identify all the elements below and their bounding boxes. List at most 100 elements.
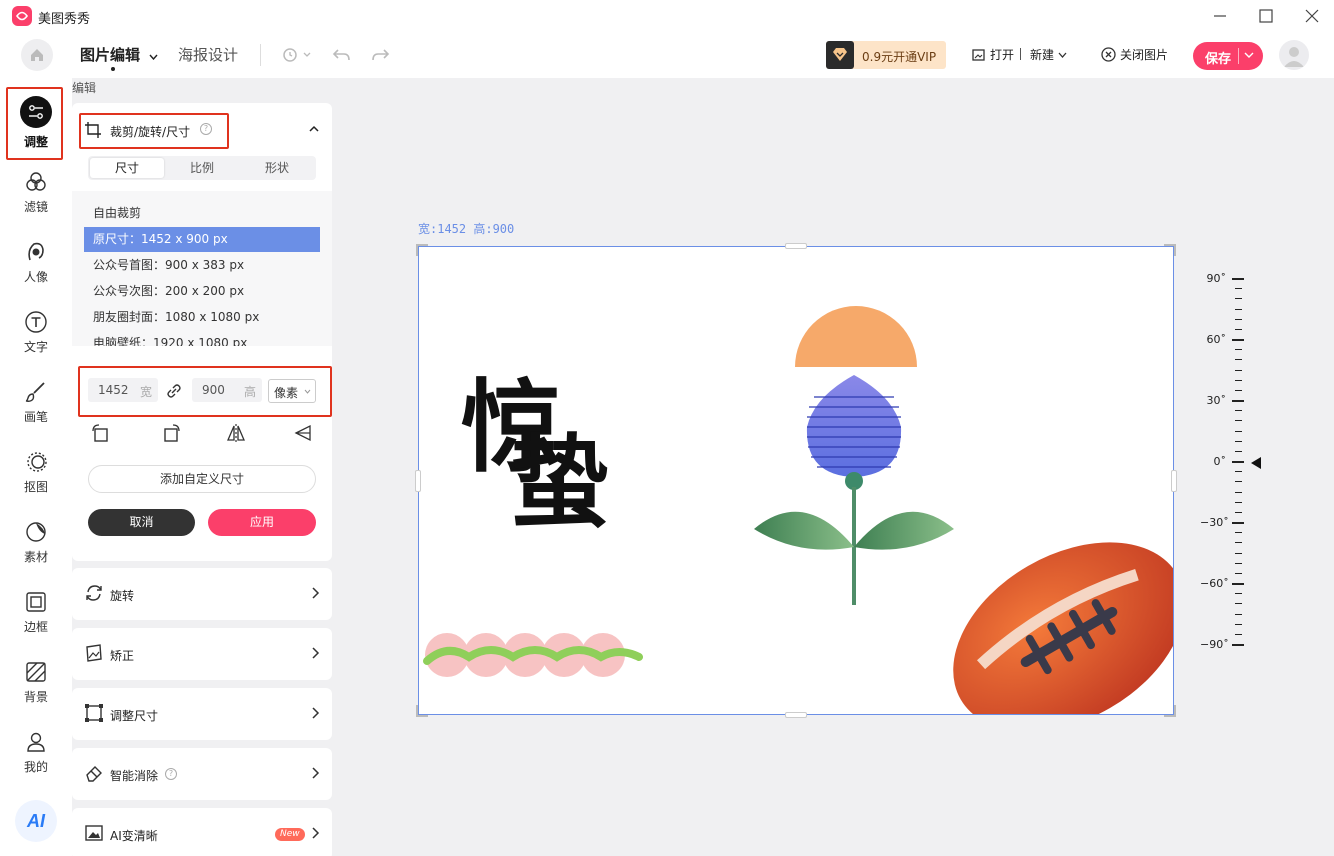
open-button[interactable]: 打开 [972, 46, 1014, 63]
person-icon [27, 732, 45, 752]
background-icon [26, 662, 46, 682]
rotate-left-icon[interactable] [90, 422, 112, 444]
crop-handle-top[interactable] [785, 243, 807, 249]
svg-text:AI: AI [26, 811, 46, 831]
ruler-tick [1235, 633, 1242, 635]
rail-label-portrait: 人像 [23, 270, 48, 284]
redo-icon[interactable] [368, 43, 392, 67]
minimize-icon[interactable] [1210, 6, 1230, 26]
rail-item-material[interactable]: 素材 [0, 520, 72, 588]
rail-item-background[interactable]: 背景 [0, 660, 72, 728]
header-divider [260, 44, 261, 66]
football [953, 542, 1173, 714]
active-tab-indicator [111, 67, 115, 71]
ruler-tick [1235, 389, 1242, 391]
chevron-down-icon [149, 54, 158, 60]
image-canvas[interactable]: 惊 蛰 [418, 246, 1174, 715]
flip-vertical-icon[interactable] [292, 422, 314, 444]
new-button[interactable]: 新建 [1030, 46, 1067, 63]
help-icon[interactable]: ? [165, 768, 177, 780]
rotate-right-icon[interactable] [160, 422, 182, 444]
feature-straighten[interactable]: 矫正 [72, 628, 332, 680]
tab-size[interactable]: 尺寸 [90, 158, 164, 178]
ai-icon: AI [26, 811, 46, 831]
close-window-icon[interactable] [1302, 6, 1322, 26]
preset-desktop-wallpaper[interactable]: 电脑壁纸：1920 x 1080 px [84, 331, 320, 346]
rail-item-cutout[interactable]: 抠图 [0, 450, 72, 518]
portrait-icon [28, 242, 44, 261]
history-icon[interactable] [280, 43, 311, 67]
tab-ratio[interactable]: 比例 [165, 158, 239, 178]
ruler-tick [1235, 491, 1242, 493]
flip-horizontal-icon[interactable] [225, 422, 247, 444]
adjust-icon [20, 96, 52, 128]
maximize-icon[interactable] [1256, 6, 1276, 26]
ai-assistant-button[interactable]: AI [15, 800, 57, 842]
rail-label-border: 边框 [23, 620, 48, 634]
ruler-tick [1235, 613, 1242, 615]
crop-handle-top-right[interactable] [1164, 244, 1176, 256]
width-input[interactable]: 1452 宽 [88, 378, 158, 402]
crop-handle-top-left[interactable] [416, 244, 428, 256]
tab-image-edit[interactable]: 图片编辑 [80, 44, 158, 65]
feature-rotate[interactable]: 旋转 [72, 568, 332, 620]
rail-item-mine[interactable]: 我的 [0, 730, 72, 798]
chevron-down-icon[interactable] [1244, 47, 1254, 63]
help-icon[interactable]: ? [200, 123, 212, 135]
chevron-right-icon [312, 827, 320, 839]
vip-promo-text: 0.9元开通VIP [862, 50, 937, 64]
ruler-tick [1235, 359, 1242, 361]
ruler-tick [1235, 369, 1242, 371]
chevron-right-icon [312, 647, 320, 659]
feature-smart-erase[interactable]: 智能消除 ? [72, 748, 332, 800]
link-icon[interactable] [165, 382, 183, 400]
title-bar: 美图秀秀 [0, 0, 1334, 32]
rail-item-border[interactable]: 边框 [0, 590, 72, 658]
preset-wechat-secondary[interactable]: 公众号次图：200 x 200 px [84, 279, 320, 304]
ruler-tick [1235, 450, 1242, 452]
rail-label-cutout: 抠图 [23, 480, 48, 494]
feature-resize[interactable]: 调整尺寸 [72, 688, 332, 740]
unit-select[interactable]: 像素 [268, 379, 316, 403]
preset-list: 自由裁剪 原尺寸：1452 x 900 px 公众号首图：900 x 383 p… [72, 191, 332, 346]
crop-icon [85, 122, 101, 138]
rail-label-background: 背景 [23, 690, 48, 704]
crop-handle-left[interactable] [415, 470, 421, 492]
rail-item-brush[interactable]: 画笔 [0, 380, 72, 448]
material-icon [26, 522, 46, 542]
ruler-tick [1235, 328, 1242, 330]
preset-moments-cover[interactable]: 朋友圈封面：1080 x 1080 px [84, 305, 320, 330]
preset-free-crop[interactable]: 自由裁剪 [84, 201, 320, 226]
tab-poster-design[interactable]: 海报设计 [178, 44, 238, 65]
apply-button[interactable]: 应用 [208, 509, 316, 536]
brush-icon [25, 382, 45, 402]
height-input[interactable]: 900 高 [192, 378, 262, 402]
rail-item-filter[interactable]: 滤镜 [0, 170, 72, 238]
ruler-tick [1235, 298, 1242, 300]
preset-wechat-cover[interactable]: 公众号首图：900 x 383 px [84, 253, 320, 278]
vip-promo-button[interactable]: 0.9元开通VIP [826, 41, 946, 69]
avatar[interactable] [1279, 40, 1309, 70]
add-custom-size-button[interactable]: 添加自定义尺寸 [88, 465, 316, 493]
chevron-up-icon[interactable] [308, 123, 320, 135]
home-button[interactable] [21, 39, 53, 71]
rotation-ruler[interactable]: 90˚ 60˚ 30˚ 0˚ −30˚ −60˚ −90˚ [1200, 270, 1270, 660]
save-button[interactable]: 保存 [1193, 42, 1263, 70]
crop-handle-bottom-left[interactable] [416, 705, 428, 717]
tab-shape[interactable]: 形状 [240, 158, 314, 178]
crop-handle-bottom[interactable] [785, 712, 807, 718]
crop-handle-bottom-right[interactable] [1164, 705, 1176, 717]
ruler-pointer-icon[interactable] [1251, 457, 1261, 469]
rail-item-portrait[interactable]: 人像 [0, 240, 72, 308]
undo-icon[interactable] [330, 43, 354, 67]
close-image-button[interactable]: 关闭图片 [1101, 46, 1168, 63]
preset-original-size[interactable]: 原尺寸：1452 x 900 px [84, 227, 320, 252]
crop-handle-right[interactable] [1171, 470, 1177, 492]
rail-item-text[interactable]: 文字 [0, 310, 72, 378]
unit-select-value: 像素 [274, 386, 299, 400]
feature-ai-enhance[interactable]: AI变清晰 New [72, 808, 332, 856]
app-logo [12, 6, 32, 26]
ruler-tick [1232, 400, 1244, 403]
cancel-button[interactable]: 取消 [88, 509, 195, 536]
ruler-tick [1235, 430, 1242, 432]
